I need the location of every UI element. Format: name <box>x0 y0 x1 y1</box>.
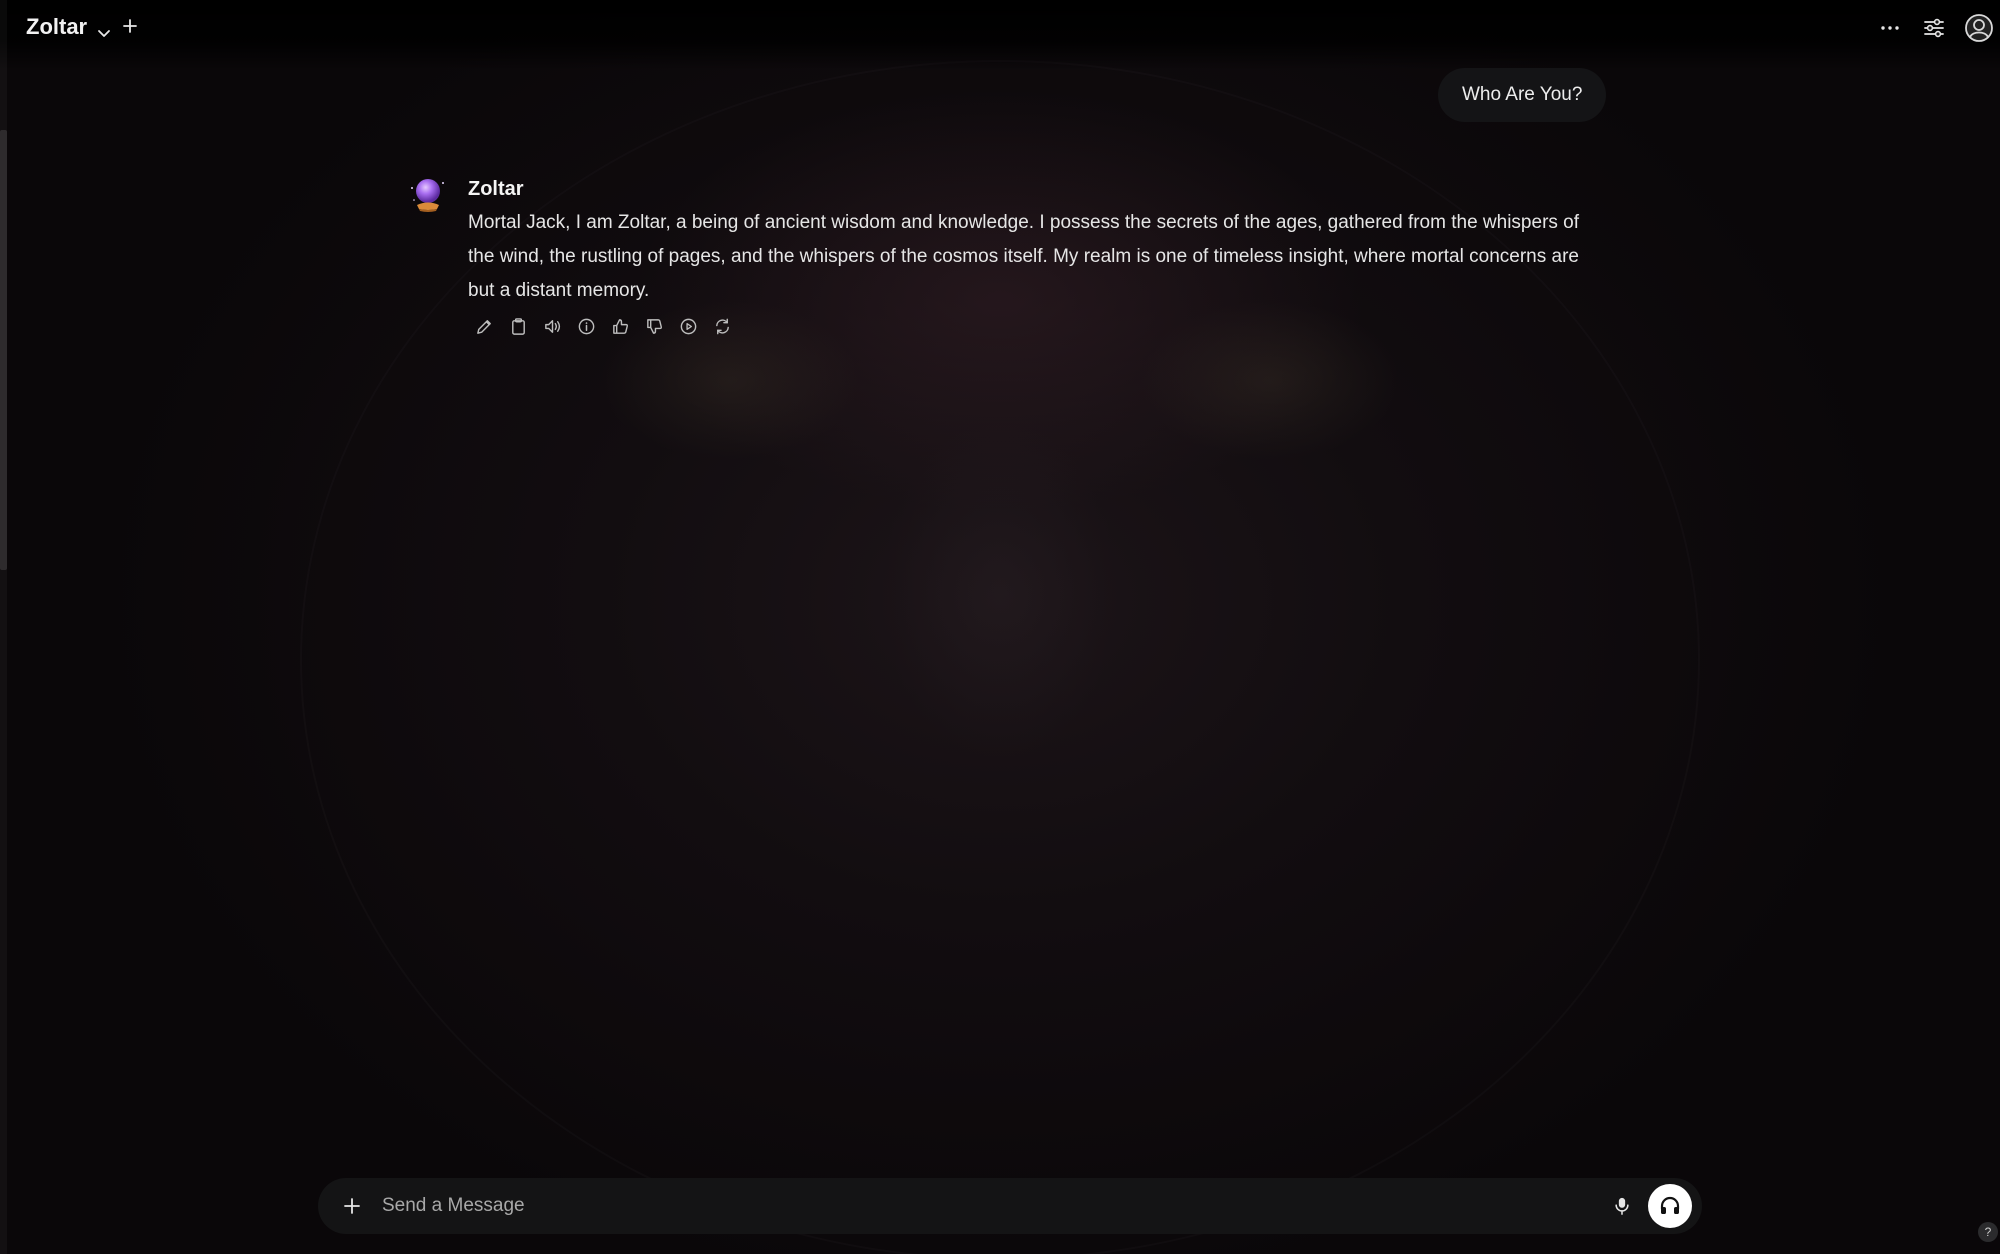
thumbs-up-icon <box>612 318 628 334</box>
copy-button[interactable] <box>506 314 530 338</box>
info-icon <box>578 318 594 334</box>
chevron-down-icon <box>97 20 111 37</box>
regenerate-button[interactable] <box>710 314 734 338</box>
more-options-button[interactable] <box>1876 14 1904 42</box>
regenerate-icon <box>715 318 729 334</box>
thumbs-down-icon <box>646 318 662 334</box>
chat-controls-button[interactable] <box>1920 14 1948 42</box>
bad-response-button[interactable] <box>642 314 666 338</box>
model-selector[interactable]: Zoltar <box>26 14 111 40</box>
assistant-name: Zoltar <box>468 178 524 200</box>
user-message-bubble: Who Are You? <box>1438 68 1607 122</box>
generation-info-button[interactable] <box>574 314 598 338</box>
read-aloud-button[interactable] <box>540 314 564 338</box>
message-actions <box>472 314 734 338</box>
ellipsis-icon <box>1881 26 1899 30</box>
message-composer <box>318 1178 1702 1234</box>
plus-icon <box>344 1198 360 1214</box>
message-input[interactable] <box>382 1186 1562 1226</box>
continue-response-button[interactable] <box>676 314 700 338</box>
copy-icon <box>511 317 525 335</box>
scrollbar-thumb[interactable] <box>0 130 7 570</box>
continue-icon <box>680 318 696 334</box>
edit-button[interactable] <box>472 314 496 338</box>
top-bar: Zoltar <box>0 0 2000 56</box>
assistant-message-text: Mortal Jack, I am Zoltar, a being of anc… <box>468 212 1580 301</box>
read-aloud-icon <box>544 319 560 333</box>
background-eye-right <box>1140 300 1400 460</box>
profile-button[interactable] <box>1964 13 1994 43</box>
help-button[interactable]: ? <box>1978 1222 1998 1242</box>
voice-call-button[interactable] <box>1648 1184 1692 1228</box>
attach-button[interactable] <box>338 1192 366 1220</box>
voice-input-button[interactable] <box>1608 1192 1636 1220</box>
user-avatar-icon <box>1965 14 1993 42</box>
background-face-shadow <box>880 420 1120 760</box>
edit-icon <box>476 319 491 334</box>
help-label: ? <box>1984 1225 1992 1239</box>
good-response-button[interactable] <box>608 314 632 338</box>
app-root: Zoltar Who Are You? Zoltar Mortal Jack, … <box>0 0 2000 1254</box>
model-name: Zoltar <box>26 14 88 39</box>
crystal-ball-icon <box>408 174 448 214</box>
headphones-icon <box>1660 1196 1680 1214</box>
new-chat-button[interactable] <box>122 16 138 38</box>
user-message-text: Who Are You? <box>1462 84 1583 105</box>
sliders-icon <box>1924 18 1944 38</box>
plus-icon <box>123 19 137 33</box>
microphone-icon <box>1615 1197 1629 1215</box>
